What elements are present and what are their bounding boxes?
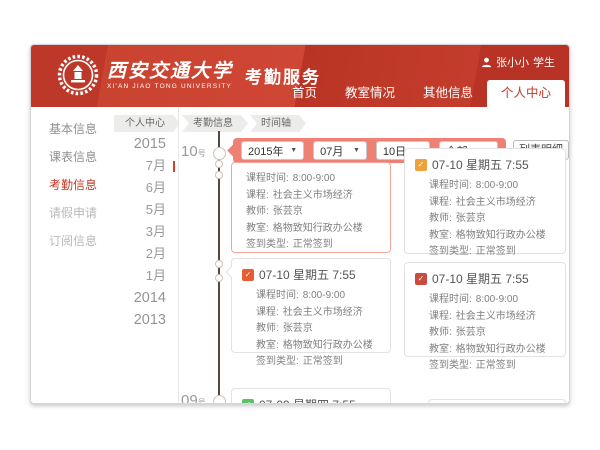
attendance-card[interactable]: 07-09 星期四 7:55 [231,388,391,404]
university-name-cn: 西安交通大学 [107,61,233,82]
sidebar-item-attendance-info[interactable]: 考勤信息 [31,171,109,199]
breadcrumb-timeline[interactable]: 时间轴 [250,115,306,132]
university-name: 西安交通大学 XI'AN JIAO TONG UNIVERSITY [107,61,233,90]
period-2014[interactable]: 2014 [109,287,178,309]
app-window: 西安交通大学 XI'AN JIAO TONG UNIVERSITY 考勤服务 张… [30,44,570,404]
main-nav: 首页 教室情况 其他信息 个人中心 [278,80,565,107]
sidebar-item-leave-request[interactable]: 请假申请 [31,199,109,227]
university-name-en: XI'AN JIAO TONG UNIVERSITY [107,83,233,90]
timeline-node [213,395,226,404]
period-july[interactable]: 7月 [109,155,178,177]
attendance-card-selected[interactable]: 课程时间:8:00-9:00 课程:社会主义市场经济 教师:张芸京 教室:格物致… [231,162,391,253]
timeline-node [213,147,226,160]
signin-status-icon [415,273,427,285]
attendance-card[interactable]: 07-10 星期五 7:55 课程时间:8:00-9:00 课程:社会主义市场经… [404,262,566,357]
signin-status-icon [415,159,427,171]
person-icon [481,57,492,68]
sidebar-item-subscription-info[interactable]: 订阅信息 [31,227,109,255]
year-dropdown[interactable]: 2015年▼ [241,141,304,160]
signin-status-icon [242,399,254,405]
timeline-node [215,160,223,168]
day-marker-09: 09号 [181,392,206,404]
user-role: 学生 [533,54,555,70]
period-2013[interactable]: 2013 [109,309,178,331]
current-month-marker [173,161,175,172]
university-logo-icon [57,54,99,96]
attendance-card[interactable]: 07-10 星期五 7:55 课程时间:8:00-9:00 课程:社会主义市场经… [404,148,566,254]
page: 西安交通大学 XI'AN JIAO TONG UNIVERSITY 考勤服务 张… [0,0,600,450]
breadcrumb-personal-center[interactable]: 个人中心 [114,115,180,132]
period-january[interactable]: 1月 [109,265,178,287]
timeline-node [215,260,223,268]
timeline-period-list: 2015 7月 6月 5月 3月 2月 1月 2014 2013 [109,107,179,403]
user-menu[interactable]: 张小小 学生 [481,54,555,70]
period-march[interactable]: 3月 [109,221,178,243]
app-header: 西安交通大学 XI'AN JIAO TONG UNIVERSITY 考勤服务 张… [31,45,569,107]
chevron-down-icon: ▼ [353,147,360,154]
period-2015[interactable]: 2015 [109,133,178,155]
chevron-down-icon: ▼ [290,147,297,154]
timeline-node [215,274,223,282]
sidebar: 基本信息 课表信息 考勤信息 请假申请 订阅信息 [31,107,109,403]
breadcrumb: 个人中心 考勤信息 时间轴 [114,115,308,132]
period-june[interactable]: 6月 [109,177,178,199]
nav-other-info[interactable]: 其他信息 [409,80,487,107]
user-name: 张小小 [496,54,529,70]
sidebar-item-schedule-info[interactable]: 课表信息 [31,143,109,171]
breadcrumb-attendance-info[interactable]: 考勤信息 [182,115,248,132]
signin-status-icon [242,269,254,281]
attendance-card-partial[interactable] [428,399,566,404]
nav-personal-center[interactable]: 个人中心 [487,80,565,107]
nav-classrooms[interactable]: 教室情况 [331,80,409,107]
attendance-card[interactable]: 07-10 星期五 7:55 课程时间:8:00-9:00 课程:社会主义市场经… [231,258,391,353]
nav-home[interactable]: 首页 [278,80,331,107]
period-may[interactable]: 5月 [109,199,178,221]
sidebar-item-basic-info[interactable]: 基本信息 [31,115,109,143]
day-marker-10: 10号 [181,143,206,161]
period-february[interactable]: 2月 [109,243,178,265]
month-dropdown[interactable]: 07月▼ [313,141,367,160]
timeline-node [215,171,223,179]
filter-bar-tail [227,144,240,157]
